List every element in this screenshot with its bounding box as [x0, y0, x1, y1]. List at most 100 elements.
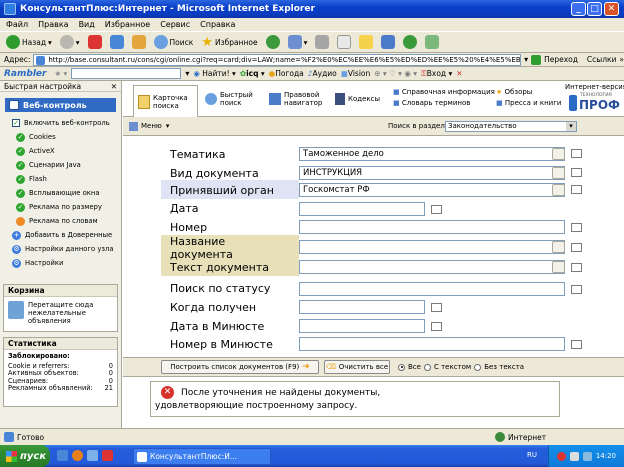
rambler-vision[interactable]: ■Vision [341, 69, 370, 78]
calendar-icon[interactable] [431, 322, 442, 331]
edit-dictionary-icon[interactable] [552, 184, 565, 196]
node-settings-link[interactable]: ⚙ Настройки данного узла [0, 242, 121, 256]
menu-help[interactable]: Справка [200, 20, 235, 29]
doctype-input[interactable]: ИНСТРУКЦИЯ [299, 166, 565, 180]
radio-all[interactable] [398, 363, 405, 371]
back-button[interactable]: Назад ▾ [4, 33, 54, 51]
sidebar-item-activex[interactable]: ✓ ActiveX [0, 144, 121, 158]
menu-edit[interactable]: Правка [38, 20, 68, 29]
mail-button[interactable]: ▾ [286, 33, 310, 51]
press-link[interactable]: ■ Пресса и книги [496, 98, 561, 109]
settings-link[interactable]: ⚙ Настройки [0, 256, 121, 270]
menu-favorites[interactable]: Избранное [105, 20, 150, 29]
received-input[interactable] [299, 300, 425, 314]
calendar-icon[interactable] [431, 205, 442, 214]
doc-text-input[interactable] [299, 260, 565, 274]
extra-button[interactable] [423, 33, 441, 51]
calendar-icon[interactable] [431, 303, 442, 312]
clear-all-button[interactable]: ⌫ Очистить все [324, 360, 390, 374]
list-icon[interactable] [571, 285, 582, 294]
links-button[interactable]: Ссылки [587, 55, 616, 64]
doc-title-input[interactable] [299, 240, 565, 254]
language-indicator[interactable]: RU [527, 451, 537, 459]
list-icon[interactable] [571, 340, 582, 349]
desktop-launch-icon[interactable] [87, 450, 98, 461]
sidebar-close-icon[interactable]: ✕ [111, 81, 117, 91]
sidebar-item-ads-words[interactable]: Реклама по словам [0, 214, 121, 228]
list-icon[interactable] [571, 243, 582, 252]
edit-dictionary-icon[interactable] [552, 148, 565, 160]
basket-dropzone[interactable]: Перетащите сюда нежелательные объявления [4, 297, 117, 329]
maximize-button[interactable]: □ [587, 2, 602, 16]
favorites-button[interactable]: ★ Избранное [199, 33, 259, 51]
ref-info-link[interactable]: ■ Справочная информация [393, 87, 495, 98]
menu-chevron-icon[interactable]: ▾ [166, 122, 170, 130]
date-input[interactable] [299, 202, 425, 216]
build-list-button[interactable]: Построить список документов (F9) ➜ [161, 360, 319, 374]
rambler-weather[interactable]: ●Погода [269, 69, 304, 78]
address-input[interactable]: http://base.consultant.ru/cons/cgi/onlin… [33, 53, 522, 66]
list-icon[interactable] [571, 185, 582, 194]
minimize-button[interactable]: _ [571, 2, 586, 16]
minjust-date-input[interactable] [299, 319, 425, 333]
number-input[interactable] [299, 220, 565, 234]
close-button[interactable]: ✕ [604, 2, 619, 16]
taskbar-app-button[interactable]: КонсультантПлюс:И... [133, 448, 271, 465]
sidebar-item-cookies[interactable]: ✓ Cookies [0, 130, 121, 144]
network-icon[interactable] [582, 451, 592, 461]
edit-dictionary-icon[interactable] [552, 261, 565, 273]
sidebar-item-popups[interactable]: ✓ Всплывающие окна [0, 186, 121, 200]
edit-dictionary-icon[interactable] [552, 167, 565, 179]
plugin-button[interactable] [401, 33, 419, 51]
address-dropdown[interactable]: ▾ [524, 55, 528, 64]
messenger-button[interactable] [379, 33, 397, 51]
app-launch-icon[interactable] [102, 450, 113, 461]
ie-launch-icon[interactable] [57, 450, 68, 461]
history-button[interactable] [264, 33, 282, 51]
menu-button[interactable]: Меню [141, 122, 162, 130]
start-button[interactable]: пуск [0, 445, 50, 467]
forward-button[interactable]: ▾ [58, 33, 82, 51]
tab-legal-navigator[interactable]: Правовой навигатор [269, 87, 326, 111]
tab-codes[interactable]: Кодексы [335, 87, 380, 111]
volume-icon[interactable] [569, 451, 579, 461]
sidebar-item-ads-size[interactable]: ✓ Реклама по размеру [0, 200, 121, 214]
rambler-audio[interactable]: ♪Аудио [308, 69, 337, 78]
search-button[interactable]: Поиск [152, 33, 196, 51]
sidebar-item-java[interactable]: ✓ Сценарии Java [0, 158, 121, 172]
go-button[interactable]: Переход [544, 55, 578, 64]
browser-launch-icon[interactable] [72, 450, 83, 461]
menu-file[interactable]: Файл [6, 20, 28, 29]
menu-tools[interactable]: Сервис [160, 20, 190, 29]
rambler-logo[interactable]: Rambler [4, 69, 46, 79]
star-icon[interactable]: ★ ▾ [54, 69, 67, 78]
section-select[interactable]: Законодательство ▾ [445, 121, 577, 132]
rambler-icq[interactable]: ✿icq ▾ [240, 69, 265, 78]
print-button[interactable] [313, 33, 331, 51]
tray-icon[interactable] [556, 451, 566, 461]
menu-view[interactable]: Вид [79, 20, 95, 29]
stop-button[interactable] [86, 33, 104, 51]
rambler-close-icon[interactable]: ✕ [456, 69, 462, 78]
rambler-dropdown[interactable]: ▾ [185, 69, 189, 78]
tab-search-card[interactable]: Карточка поиска [133, 85, 198, 117]
checkbox-icon[interactable]: ✓ [12, 119, 20, 127]
rambler-search-input[interactable] [71, 68, 182, 79]
theme-input[interactable]: Таможенное дело [299, 147, 565, 161]
radio-with-text[interactable] [423, 363, 431, 371]
list-icon[interactable] [571, 263, 582, 272]
enable-web-control[interactable]: ✓ Включить веб-контроль [0, 116, 121, 130]
edit-button[interactable] [335, 33, 353, 51]
add-trusted-link[interactable]: + Добавить в Доверенные [0, 228, 121, 242]
minjust-number-input[interactable] [299, 337, 565, 351]
discuss-button[interactable] [357, 33, 375, 51]
rambler-find-button[interactable]: ◉ Найти! ▾ [193, 69, 235, 78]
list-icon[interactable] [571, 223, 582, 232]
refresh-button[interactable] [108, 33, 126, 51]
authority-input[interactable]: Госкомстат РФ [299, 183, 565, 197]
edit-dictionary-icon[interactable] [552, 241, 565, 253]
reviews-link[interactable]: ★ Обзоры [496, 87, 561, 98]
status-input[interactable] [299, 282, 565, 296]
chevron-down-icon[interactable]: ▾ [566, 122, 576, 131]
rambler-login[interactable]: ⚿Вход ▾ [421, 69, 452, 79]
